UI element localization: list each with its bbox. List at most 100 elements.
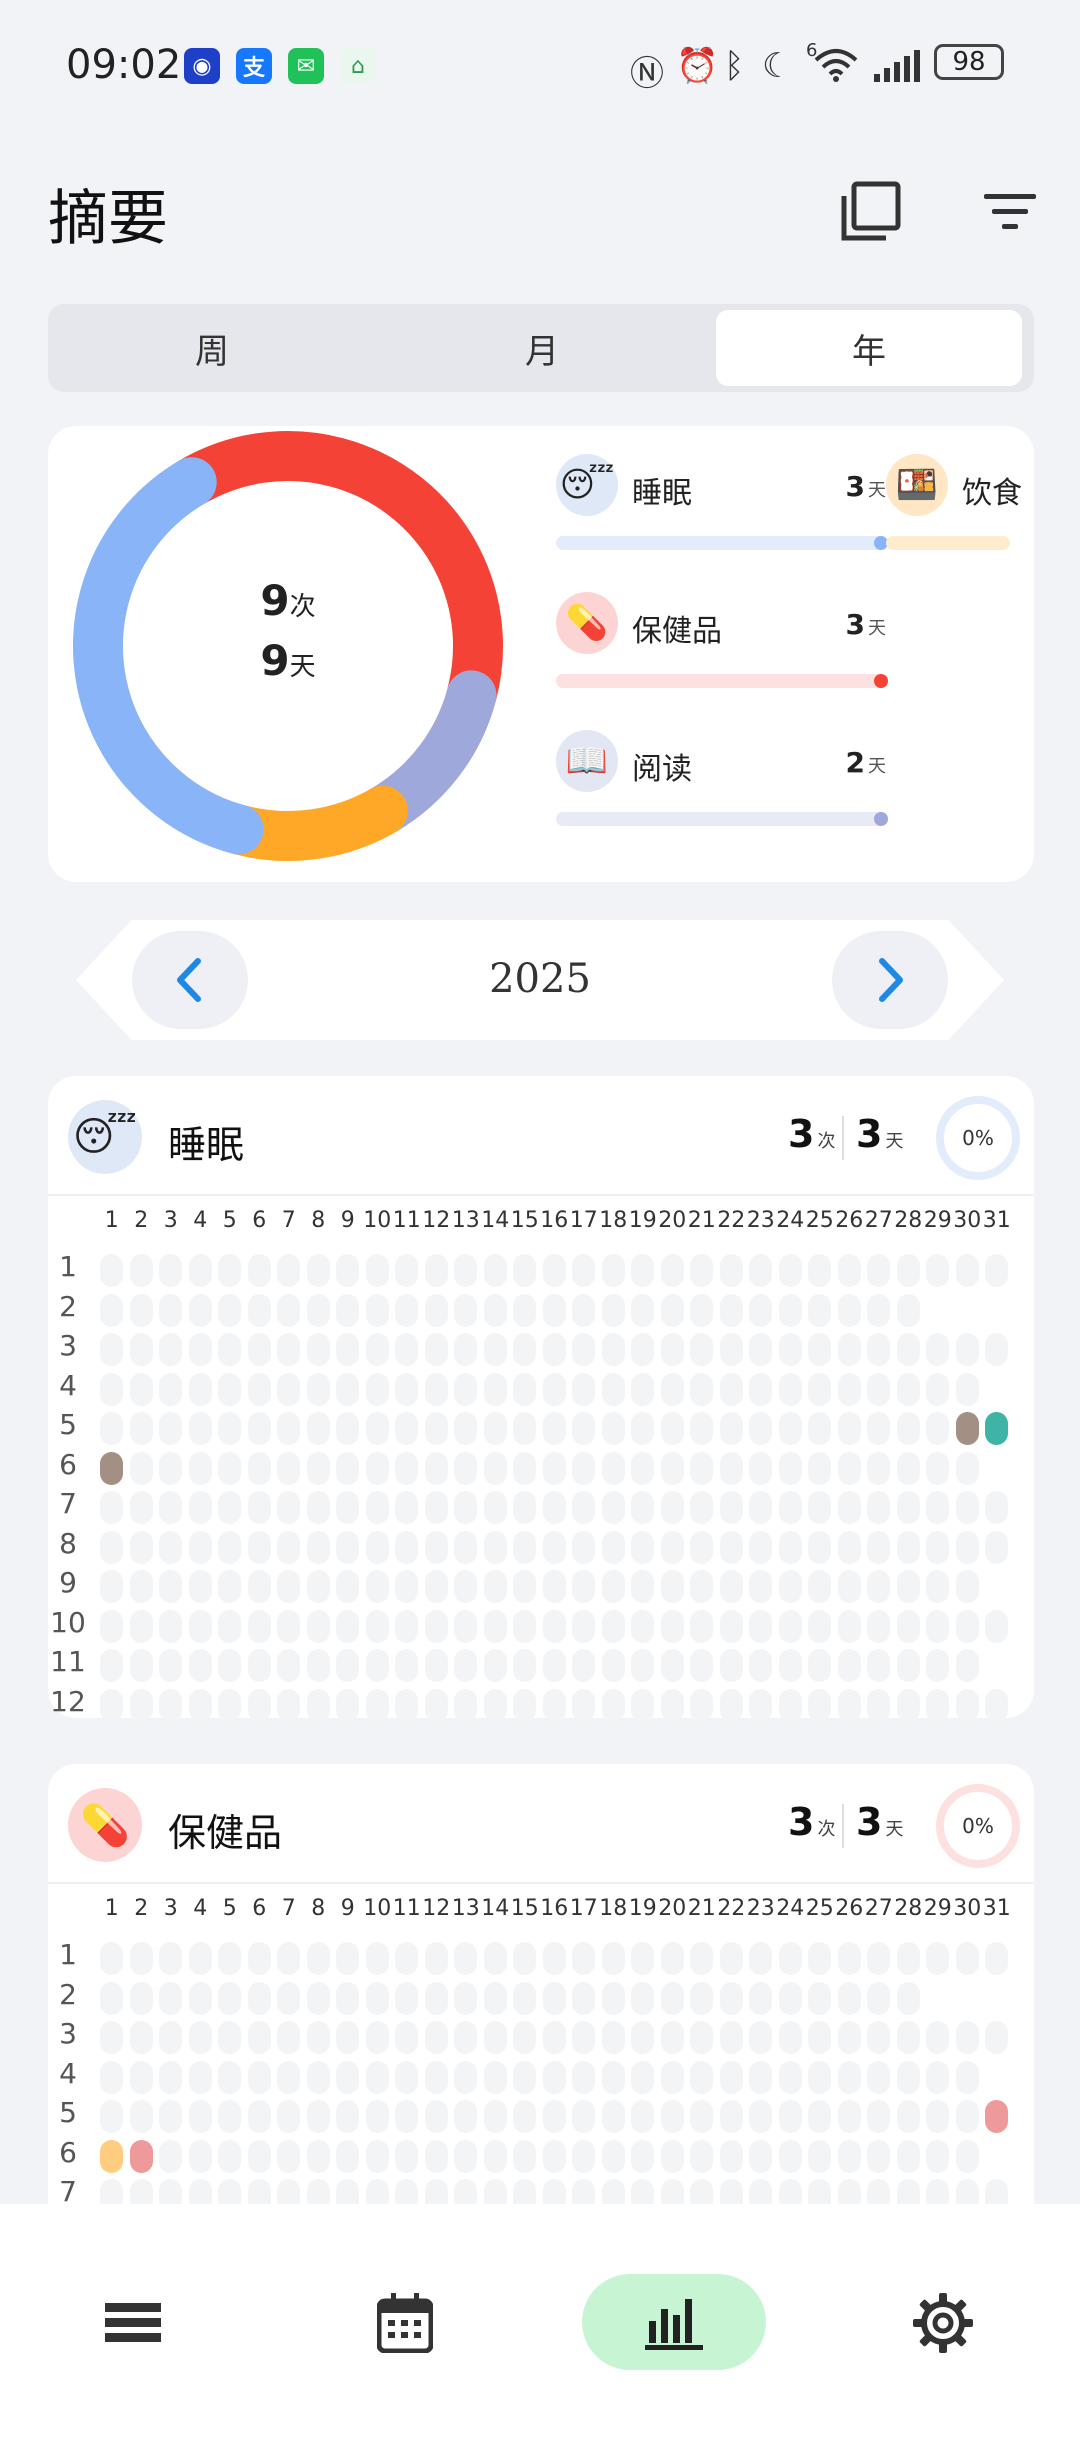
day-cell[interactable] bbox=[660, 1981, 684, 2015]
day-cell[interactable] bbox=[483, 1942, 507, 1975]
day-cell[interactable] bbox=[690, 1981, 713, 2015]
day-cell[interactable] bbox=[365, 1372, 389, 1406]
day-cell[interactable] bbox=[690, 1688, 713, 1722]
day-cell[interactable] bbox=[159, 1609, 182, 1643]
day-cell[interactable] bbox=[424, 1491, 448, 1524]
day-cell[interactable] bbox=[896, 2139, 920, 2173]
day-cell[interactable] bbox=[365, 1451, 389, 1485]
day-cell[interactable] bbox=[896, 1530, 920, 1564]
day-cell[interactable] bbox=[336, 1609, 359, 1643]
day-cell[interactable] bbox=[926, 2021, 949, 2054]
day-cell[interactable] bbox=[218, 1451, 241, 1485]
day-cell[interactable] bbox=[955, 2060, 979, 2094]
day-cell[interactable] bbox=[778, 1942, 802, 1975]
tab-week[interactable]: 周 bbox=[48, 304, 376, 392]
day-cell[interactable] bbox=[542, 1491, 566, 1524]
day-cell[interactable] bbox=[483, 1981, 507, 2015]
day-cell[interactable] bbox=[218, 1609, 241, 1643]
day-cell[interactable] bbox=[277, 1451, 300, 1485]
day-cell[interactable] bbox=[719, 1451, 743, 1485]
day-cell[interactable] bbox=[926, 1570, 949, 1603]
day-cell[interactable] bbox=[542, 1451, 566, 1485]
day-cell[interactable] bbox=[218, 2100, 241, 2133]
day-cell[interactable] bbox=[100, 2139, 123, 2173]
day-cell[interactable] bbox=[129, 1293, 153, 1327]
day-cell[interactable] bbox=[601, 1254, 625, 1287]
day-cell[interactable] bbox=[660, 1412, 684, 1445]
day-cell[interactable] bbox=[306, 1372, 330, 1406]
day-cell[interactable] bbox=[926, 1333, 949, 1366]
day-cell[interactable] bbox=[306, 1254, 330, 1287]
day-cell[interactable] bbox=[690, 1491, 713, 1524]
day-cell[interactable] bbox=[690, 1293, 713, 1327]
day-cell[interactable] bbox=[808, 1649, 831, 1682]
day-cell[interactable] bbox=[100, 2060, 123, 2094]
day-cell[interactable] bbox=[159, 2021, 182, 2054]
day-cell[interactable] bbox=[837, 2021, 861, 2054]
day-cell[interactable] bbox=[188, 2139, 212, 2173]
day-cell[interactable] bbox=[955, 2100, 979, 2133]
day-cell[interactable] bbox=[867, 1333, 890, 1366]
day-cell[interactable] bbox=[749, 1451, 772, 1485]
day-cell[interactable] bbox=[247, 2021, 271, 2054]
day-cell[interactable] bbox=[926, 1942, 949, 1975]
day-cell[interactable] bbox=[631, 1609, 654, 1643]
day-cell[interactable] bbox=[218, 1333, 241, 1366]
day-cell[interactable] bbox=[100, 1412, 123, 1445]
day-cell[interactable] bbox=[247, 2060, 271, 2094]
day-cell[interactable] bbox=[985, 2100, 1008, 2133]
day-cell[interactable] bbox=[513, 2100, 536, 2133]
day-cell[interactable] bbox=[867, 2021, 890, 2054]
day-cell[interactable] bbox=[808, 1942, 831, 1975]
day-cell[interactable] bbox=[306, 2100, 330, 2133]
day-cell[interactable] bbox=[129, 1649, 153, 1682]
day-cell[interactable] bbox=[837, 1372, 861, 1406]
day-cell[interactable] bbox=[778, 1451, 802, 1485]
day-cell[interactable] bbox=[513, 2060, 536, 2094]
day-cell[interactable] bbox=[277, 2060, 300, 2094]
day-cell[interactable] bbox=[306, 1412, 330, 1445]
day-cell[interactable] bbox=[306, 1570, 330, 1603]
day-cell[interactable] bbox=[867, 2060, 890, 2094]
day-cell[interactable] bbox=[631, 2021, 654, 2054]
day-cell[interactable] bbox=[277, 1609, 300, 1643]
day-cell[interactable] bbox=[749, 1372, 772, 1406]
day-cell[interactable] bbox=[395, 1942, 418, 1975]
day-cell[interactable] bbox=[247, 2139, 271, 2173]
day-cell[interactable] bbox=[395, 1254, 418, 1287]
day-cell[interactable] bbox=[247, 1293, 271, 1327]
day-cell[interactable] bbox=[277, 1372, 300, 1406]
day-cell[interactable] bbox=[129, 1254, 153, 1287]
day-cell[interactable] bbox=[454, 1412, 477, 1445]
day-cell[interactable] bbox=[601, 1981, 625, 2015]
day-cell[interactable] bbox=[690, 2139, 713, 2173]
day-cell[interactable] bbox=[896, 2060, 920, 2094]
day-cell[interactable] bbox=[395, 1609, 418, 1643]
day-cell[interactable] bbox=[719, 2021, 743, 2054]
day-cell[interactable] bbox=[247, 1609, 271, 1643]
day-cell[interactable] bbox=[572, 1649, 595, 1682]
day-cell[interactable] bbox=[336, 1333, 359, 1366]
day-cell[interactable] bbox=[631, 2100, 654, 2133]
day-cell[interactable] bbox=[808, 1491, 831, 1524]
day-cell[interactable] bbox=[631, 1451, 654, 1485]
day-cell[interactable] bbox=[483, 1412, 507, 1445]
day-cell[interactable] bbox=[631, 2139, 654, 2173]
day-cell[interactable] bbox=[867, 1649, 890, 1682]
day-cell[interactable] bbox=[631, 1530, 654, 1564]
day-cell[interactable] bbox=[247, 1530, 271, 1564]
day-cell[interactable] bbox=[896, 1649, 920, 1682]
day-cell[interactable] bbox=[985, 1609, 1008, 1643]
day-cell[interactable] bbox=[631, 1981, 654, 2015]
day-cell[interactable] bbox=[247, 1254, 271, 1287]
day-cell[interactable] bbox=[985, 1688, 1008, 1722]
day-cell[interactable] bbox=[395, 1491, 418, 1524]
day-cell[interactable] bbox=[365, 1254, 389, 1287]
day-cell[interactable] bbox=[542, 1942, 566, 1975]
day-cell[interactable] bbox=[749, 1649, 772, 1682]
day-cell[interactable] bbox=[631, 1372, 654, 1406]
day-cell[interactable] bbox=[690, 1451, 713, 1485]
day-cell[interactable] bbox=[808, 1254, 831, 1287]
day-cell[interactable] bbox=[926, 1491, 949, 1524]
day-cell[interactable] bbox=[159, 2100, 182, 2133]
